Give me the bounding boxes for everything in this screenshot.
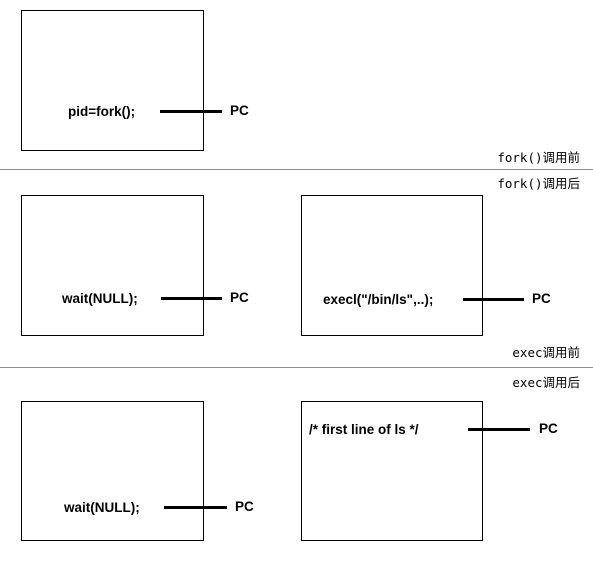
code-line-fork: pid=fork(); (68, 104, 136, 119)
pc-label: PC (532, 291, 551, 306)
process-box-parent-before-fork (21, 10, 204, 151)
pc-label: PC (539, 421, 558, 436)
code-line-execl: execl("/bin/ls",..); (323, 292, 434, 307)
code-line-wait: wait(NULL); (64, 500, 140, 515)
caption-exec-after: exec调用后 (512, 375, 580, 390)
pc-arrow (161, 297, 222, 300)
pc-arrow (164, 506, 227, 509)
pc-label: PC (235, 499, 254, 514)
section-divider (0, 367, 593, 368)
caption-fork-before: fork()调用前 (497, 150, 580, 165)
pc-arrow (160, 110, 222, 113)
code-line-wait: wait(NULL); (62, 291, 138, 306)
code-line-ls: /* first line of ls */ (309, 422, 419, 437)
process-box-child-after-fork (301, 195, 483, 336)
pc-label: PC (230, 103, 249, 118)
caption-fork-after: fork()调用后 (497, 176, 580, 191)
pc-arrow (468, 428, 530, 431)
process-box-parent-after-exec (21, 401, 204, 541)
pc-arrow (463, 298, 524, 301)
caption-exec-before: exec调用前 (512, 345, 580, 360)
pc-label: PC (230, 290, 249, 305)
section-divider (0, 169, 593, 170)
process-box-parent-after-fork (21, 195, 204, 336)
